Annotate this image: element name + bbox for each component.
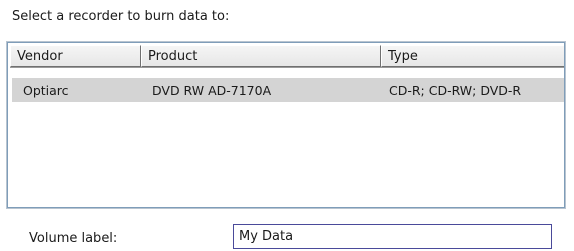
column-header-vendor[interactable]: Vendor <box>10 45 141 67</box>
volume-label-input[interactable] <box>233 224 552 249</box>
column-header-product[interactable]: Product <box>141 45 381 67</box>
recorder-prompt: Select a recorder to burn data to: <box>12 9 230 24</box>
recorder-list[interactable]: Vendor Product Type Optiarc DVD RW AD-71… <box>6 41 566 209</box>
recorder-type: CD-R; CD-RW; DVD-R <box>389 82 522 98</box>
recorder-row[interactable]: Optiarc DVD RW AD-7170A CD-R; CD-RW; DVD… <box>12 78 564 102</box>
recorder-product: DVD RW AD-7170A <box>152 82 272 98</box>
column-header-type[interactable]: Type <box>381 45 564 67</box>
volume-label-caption: Volume label: <box>29 231 118 246</box>
list-header: Vendor Product Type <box>10 45 564 68</box>
recorder-vendor: Optiarc <box>23 82 69 98</box>
